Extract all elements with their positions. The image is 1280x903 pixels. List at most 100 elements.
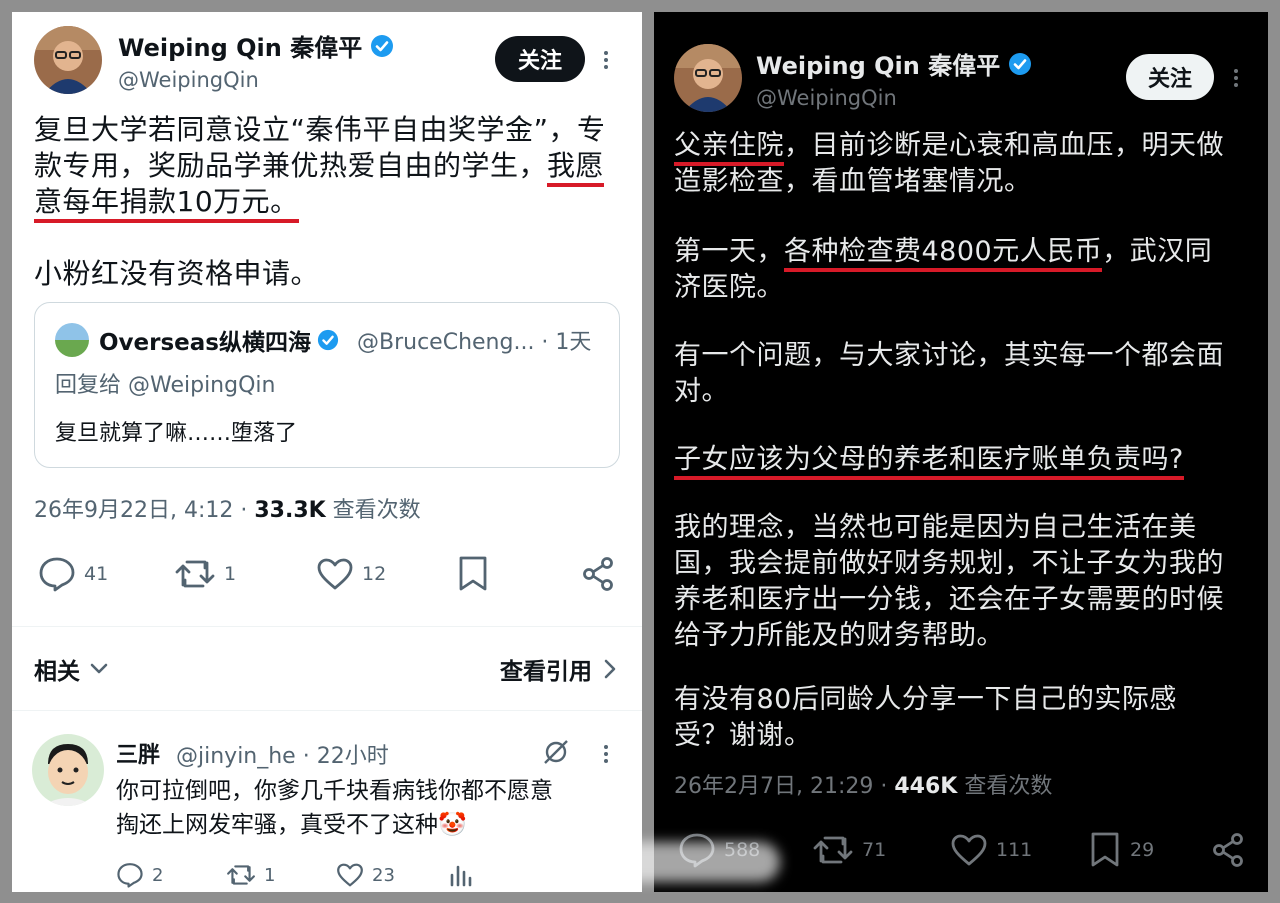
tweet-line-4: 小粉红没有资格申请。: [34, 256, 606, 292]
author-name[interactable]: Weiping Qin 秦偉平: [756, 46, 1032, 81]
tweet-line: 养老和医疗出一分钱，还会在子女需要的时候: [674, 582, 1224, 618]
more-icon[interactable]: [596, 48, 616, 72]
tweet-text-segment: 复旦大学若同意设立“秦伟平自由奖学金”，专: [34, 113, 606, 146]
author-name[interactable]: Weiping Qin 秦偉平: [118, 28, 394, 63]
tweet-line: 子女应该为父母的养老和医疗账单负责吗?: [674, 442, 1224, 480]
tweet-text-segment: ，目前诊断是心衰和高血压，明天做: [784, 130, 1224, 161]
tweet-meta: 26年9月22日, 4:12 · 33.3K 查看次数: [34, 492, 421, 524]
share-button[interactable]: [580, 556, 616, 592]
tweet-line: 父亲住院，目前诊断是心衰和高血压，明天做: [674, 128, 1224, 166]
reply-icon: [117, 863, 143, 888]
analytics-button[interactable]: [448, 863, 472, 887]
quoted-tweet-card[interactable]: Overseas纵横四海 @BruceCheng... · 1天 回复给 @We…: [34, 302, 620, 468]
highlighted-text: 我愿: [547, 149, 605, 187]
repost-button[interactable]: 71: [812, 834, 886, 866]
tweet-text-segment: 有没有80后同龄人分享一下自己的实际感: [674, 684, 1177, 715]
author-handle[interactable]: @WeipingQin: [756, 86, 897, 110]
tweet-text-segment: 我的理念，当然也可能是因为自己生活在美: [674, 512, 1197, 543]
bookmark-button[interactable]: [456, 555, 490, 593]
quoted-author-avatar[interactable]: [55, 323, 89, 357]
section-divider: [12, 710, 642, 711]
more-icon[interactable]: [1226, 66, 1246, 90]
quoted-reply-to[interactable]: 回复给 @WeipingQin: [55, 367, 275, 399]
view-quotes-label[interactable]: 查看引用: [500, 652, 592, 686]
related-dropdown[interactable]: 相关: [34, 652, 108, 686]
tweet-text-segment: ，武汉同: [1102, 236, 1213, 267]
tweet-text-segment: 给予力所能及的财务帮助。: [674, 620, 1004, 651]
like-button[interactable]: 12: [316, 557, 386, 591]
tweet-timestamp[interactable]: 26年9月22日, 4:12 ·: [34, 498, 254, 523]
tweet-body: 父亲住院，目前诊断是心衰和高血压，明天做 造影检查，看血管堵塞情况。 第一天，各…: [674, 128, 1224, 754]
reply-repost-button[interactable]: 1: [226, 863, 275, 887]
highlighted-text: 父亲住院: [674, 130, 784, 166]
reply-author-name[interactable]: 三胖: [116, 737, 160, 769]
reply-like-button[interactable]: 23: [336, 862, 395, 888]
tweet-line: 有一个问题，与大家讨论，其实每一个都会面: [674, 338, 1224, 374]
repost-icon: [227, 865, 255, 885]
reply-reply-button[interactable]: 2: [116, 862, 163, 888]
quoted-author-handle[interactable]: @BruceCheng... · 1天: [357, 324, 591, 356]
author-avatar[interactable]: [34, 26, 102, 94]
like-count: 111: [996, 839, 1033, 861]
tweet-line-2: 款专用，奖励品学兼优热爱自由的学生，我愿: [34, 148, 606, 187]
more-icon[interactable]: [596, 742, 616, 766]
author-handle[interactable]: @WeipingQin: [118, 68, 259, 92]
bookmark-button[interactable]: 29: [1088, 831, 1154, 869]
right-tweet-panel: Weiping Qin 秦偉平 @WeipingQin 关注 父亲住院，目前诊断…: [654, 12, 1268, 892]
reply-icon: [39, 557, 75, 592]
hide-icon[interactable]: [542, 738, 570, 770]
author-name-text[interactable]: Weiping Qin 秦偉平: [118, 28, 362, 63]
repost-icon: [813, 836, 853, 864]
verified-badge-icon: [1009, 52, 1032, 75]
quoted-author-name[interactable]: Overseas纵横四海: [99, 323, 339, 357]
chevron-right-icon: [604, 659, 616, 679]
follow-button[interactable]: 关注: [495, 36, 585, 82]
views-count: 33.3K: [254, 498, 326, 523]
tweet-line: 我的理念，当然也可能是因为自己生活在美: [674, 510, 1224, 546]
tweet-line: 对。: [674, 374, 1224, 410]
views-label: 查看次数: [957, 774, 1053, 799]
related-label[interactable]: 相关: [34, 652, 80, 686]
like-button[interactable]: 111: [950, 833, 1032, 867]
reply-author-handle[interactable]: @jinyin_he · 22小时: [176, 738, 389, 770]
share-button[interactable]: [1210, 832, 1246, 868]
follow-button[interactable]: 关注: [1126, 54, 1214, 100]
tweet-body: 复旦大学若同意设立“秦伟平自由奖学金”，专 款专用，奖励品学兼优热爱自由的学生，…: [34, 112, 606, 292]
tweet-text-segment: 养老和医疗出一分钱，还会在子女需要的时候: [674, 584, 1224, 615]
verified-badge-icon: [371, 34, 394, 57]
reply-button[interactable]: 41: [38, 556, 108, 592]
highlighted-text: 各种检查费4800元人民币: [784, 236, 1103, 272]
tweet-line: 给予力所能及的财务帮助。: [674, 618, 1224, 654]
reply-text-line: 你可拉倒吧，你爹几千块看病钱你都不愿意: [116, 778, 553, 804]
tweet-text-segment: 国，我会提前做好财务规划，不让子女为我的: [674, 548, 1224, 579]
chevron-down-icon: [90, 663, 108, 674]
tweet-text-segment: 款专用，奖励品学兼优热爱自由的学生，: [34, 149, 548, 182]
left-tweet-panel: Weiping Qin 秦偉平 @WeipingQin 关注 复旦大学若同意设立…: [12, 12, 642, 892]
tweet-text-segment: 有一个问题，与大家讨论，其实每一个都会面: [674, 340, 1224, 371]
like-icon: [951, 834, 987, 866]
share-icon: [1213, 833, 1243, 867]
view-quotes-link[interactable]: 查看引用: [500, 652, 616, 686]
author-name-text[interactable]: Weiping Qin 秦偉平: [756, 46, 1000, 81]
repost-button[interactable]: 1: [174, 558, 236, 590]
tweet-meta: 26年2月7日, 21:29 · 446K 查看次数: [674, 768, 1052, 800]
tweet-text-segment: 小粉红没有资格申请。: [34, 257, 320, 290]
tweet-timestamp[interactable]: 26年2月7日, 21:29 ·: [674, 774, 894, 799]
tweet-line: 有没有80后同龄人分享一下自己的实际感: [674, 682, 1224, 718]
tweet-text-segment: 对。: [674, 376, 729, 407]
highlighted-text: 子女应该为父母的养老和医疗账单负责吗?: [674, 444, 1184, 480]
reply-text: 你可拉倒吧，你爹几千块看病钱你都不愿意 掏还上网发牢骚，真受不了这种🤡: [116, 774, 553, 842]
reply-author-avatar[interactable]: [32, 734, 104, 806]
repost-count: 1: [264, 864, 276, 886]
quoted-author-name-text[interactable]: Overseas纵横四海: [99, 323, 311, 357]
tweet-line: 济医院。: [674, 270, 1224, 306]
like-icon: [317, 558, 353, 590]
author-avatar[interactable]: [674, 44, 742, 112]
share-icon: [583, 557, 613, 591]
tweet-line-1: 复旦大学若同意设立“秦伟平自由奖学金”，专: [34, 112, 606, 148]
quoted-tweet-text: 复旦就算了嘛……堕落了: [55, 421, 298, 446]
